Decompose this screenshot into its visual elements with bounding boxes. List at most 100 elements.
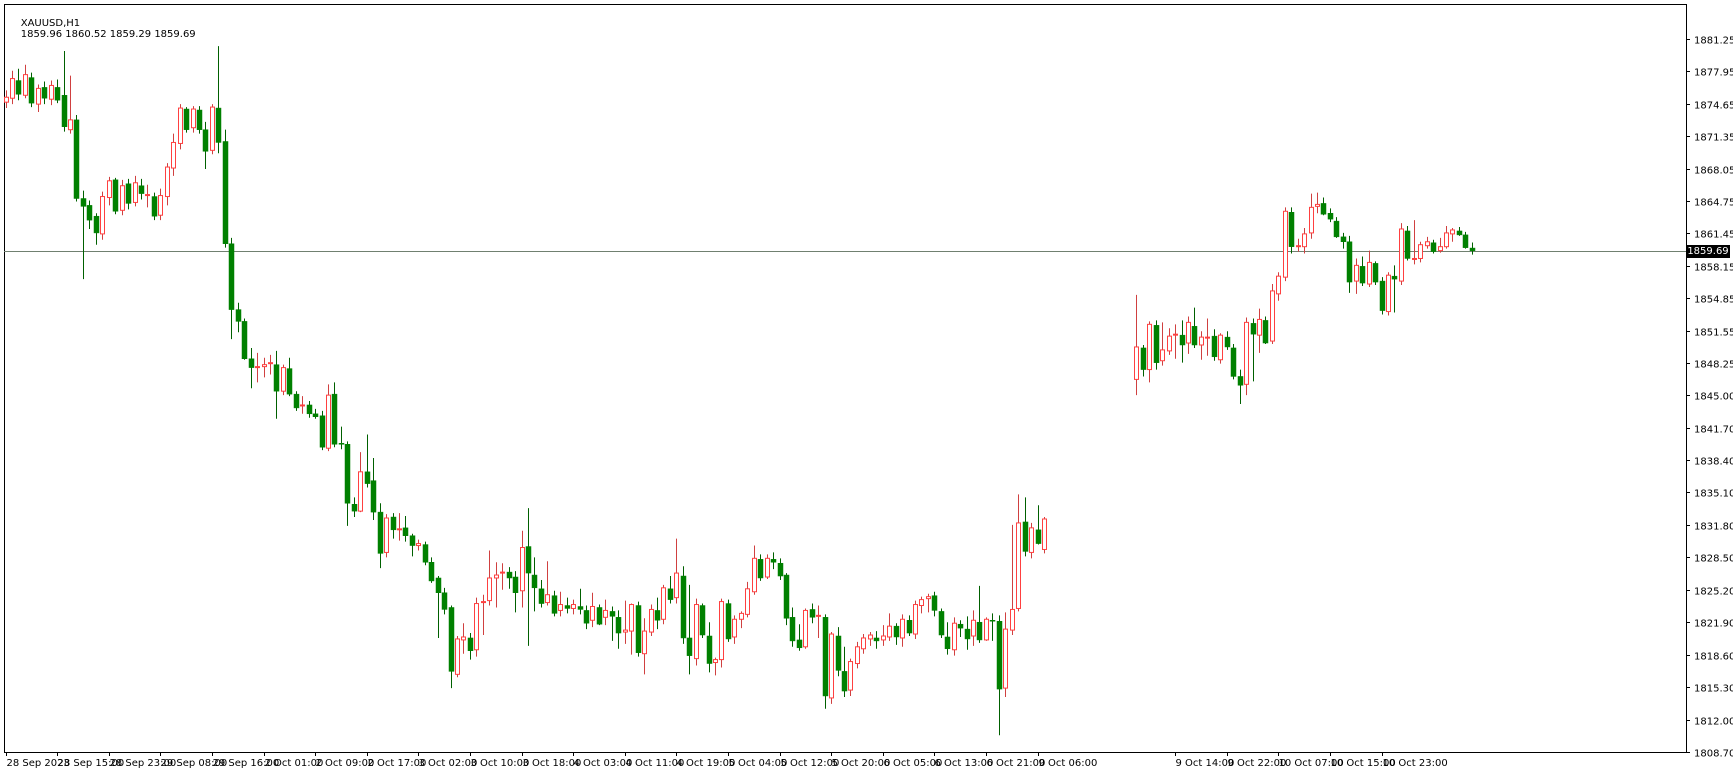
candle (615, 610, 622, 649)
candle (351, 497, 358, 518)
candle-body-bull (1276, 275, 1281, 295)
candle (906, 615, 913, 636)
candle (1320, 197, 1327, 216)
candle (913, 600, 918, 639)
time-tick-label: 3 Oct 10:00 (471, 758, 530, 769)
candle-body-bull (952, 622, 957, 651)
candle (855, 641, 860, 669)
candle-body-bull (281, 367, 286, 392)
candle (931, 591, 938, 617)
candle-body-bear (351, 504, 358, 512)
candle-body-bull (384, 517, 389, 553)
candle (494, 562, 499, 608)
candle-body-bull (926, 596, 931, 600)
candle (286, 357, 293, 397)
candle-body-bear (989, 620, 996, 622)
candle-body-bear (789, 617, 796, 642)
price-axis[interactable]: 1881.25 1877.95 1874.65 1871.35 1868.05 1864.… (1686, 36, 1733, 760)
candle (93, 213, 100, 245)
candle (1211, 329, 1218, 361)
candle-body-bear (1224, 336, 1231, 348)
candle-body-bear (183, 108, 190, 130)
candle (107, 176, 112, 206)
time-tick-label: 6 Oct 21:00 (987, 758, 1046, 769)
candle-body-bear (448, 607, 455, 672)
candle (338, 426, 345, 450)
candle-body-bear (1372, 263, 1379, 283)
candle (248, 347, 255, 389)
time-axis[interactable]: 28 Sep 202328 Sep 15:0028 Sep 23:0029 Se… (6, 752, 1448, 769)
candle (358, 452, 363, 513)
candle (268, 354, 273, 375)
price-tick-label: 1854.85 (1694, 295, 1733, 306)
candle-body-bear (435, 577, 442, 593)
candle (273, 350, 280, 419)
candle-body-bear (1250, 323, 1257, 335)
time-tick-label: 5 Oct 04:00 (729, 758, 788, 769)
candle-body-bull (623, 629, 628, 633)
time-tick-label: 4 Oct 11:00 (626, 758, 685, 769)
candle-body-bull (739, 612, 744, 620)
candle-body-bear (1346, 241, 1353, 283)
candle (409, 533, 416, 557)
candle (390, 513, 397, 539)
candle-body-bear (1191, 326, 1198, 346)
candle (713, 657, 718, 676)
price-tick-label: 1818.60 (1694, 652, 1733, 663)
price-tick-label: 1877.95 (1694, 68, 1733, 79)
candle (300, 396, 305, 414)
candle-body-bull (358, 471, 363, 512)
candle-body-bull (629, 604, 634, 632)
candle (680, 566, 687, 644)
candle-body-bull (1296, 245, 1301, 248)
candle (384, 514, 389, 558)
candle (752, 545, 757, 595)
candle (649, 604, 654, 636)
candle (545, 561, 550, 606)
candle-body-bull (855, 646, 860, 665)
candle (402, 516, 409, 542)
candle (739, 611, 744, 629)
candle-body-bull (1270, 290, 1275, 342)
candle-body-bull (732, 618, 737, 638)
candle-body-bull (455, 638, 460, 675)
candle (1418, 241, 1423, 263)
candle (887, 613, 892, 641)
candle-body-bear (1179, 334, 1186, 346)
time-tick-label: 3 Oct 18:00 (523, 758, 582, 769)
candle (1309, 193, 1314, 239)
price-tick-label: 1868.05 (1694, 166, 1733, 177)
candle (558, 591, 563, 617)
candle (900, 614, 905, 647)
candle-body-bull (494, 574, 499, 579)
candle (976, 585, 983, 643)
price-tick-label: 1858.15 (1694, 263, 1733, 274)
candle-body-bull (1218, 334, 1223, 361)
candle (228, 237, 235, 340)
candle-body-bull (745, 588, 750, 615)
price-tick-label: 1838.40 (1694, 457, 1733, 468)
time-tick-label: 5 Oct 12:00 (781, 758, 840, 769)
candle-body-bear (370, 480, 377, 513)
candle-body-bear (796, 639, 803, 649)
price-tick-label: 1874.65 (1694, 101, 1733, 112)
candlestick-chart[interactable]: 1881.25 1877.95 1874.65 1871.35 1868.05 1864.… (0, 0, 1733, 777)
candle (989, 613, 996, 641)
candle-body-bear (273, 364, 280, 392)
candle-body-bull (881, 635, 886, 641)
candle (448, 605, 455, 689)
candle-body-bear (1333, 220, 1340, 238)
candle-body-bull (68, 119, 73, 131)
current-price-badge: 1859.69 (1686, 244, 1730, 258)
candle (952, 617, 957, 656)
candle (725, 599, 732, 642)
candle-body-bull (178, 107, 183, 144)
price-tick-label: 1815.30 (1694, 684, 1733, 695)
candle-body-bear (1320, 203, 1327, 215)
candle (944, 622, 951, 655)
candle-body-bull (1386, 274, 1391, 313)
candle-body-bull (900, 618, 905, 639)
candle-body-bull (1199, 336, 1204, 346)
chart-window[interactable]: 1881.25 1877.95 1874.65 1871.35 1868.05 1864.… (0, 0, 1733, 777)
candle (1035, 505, 1042, 545)
